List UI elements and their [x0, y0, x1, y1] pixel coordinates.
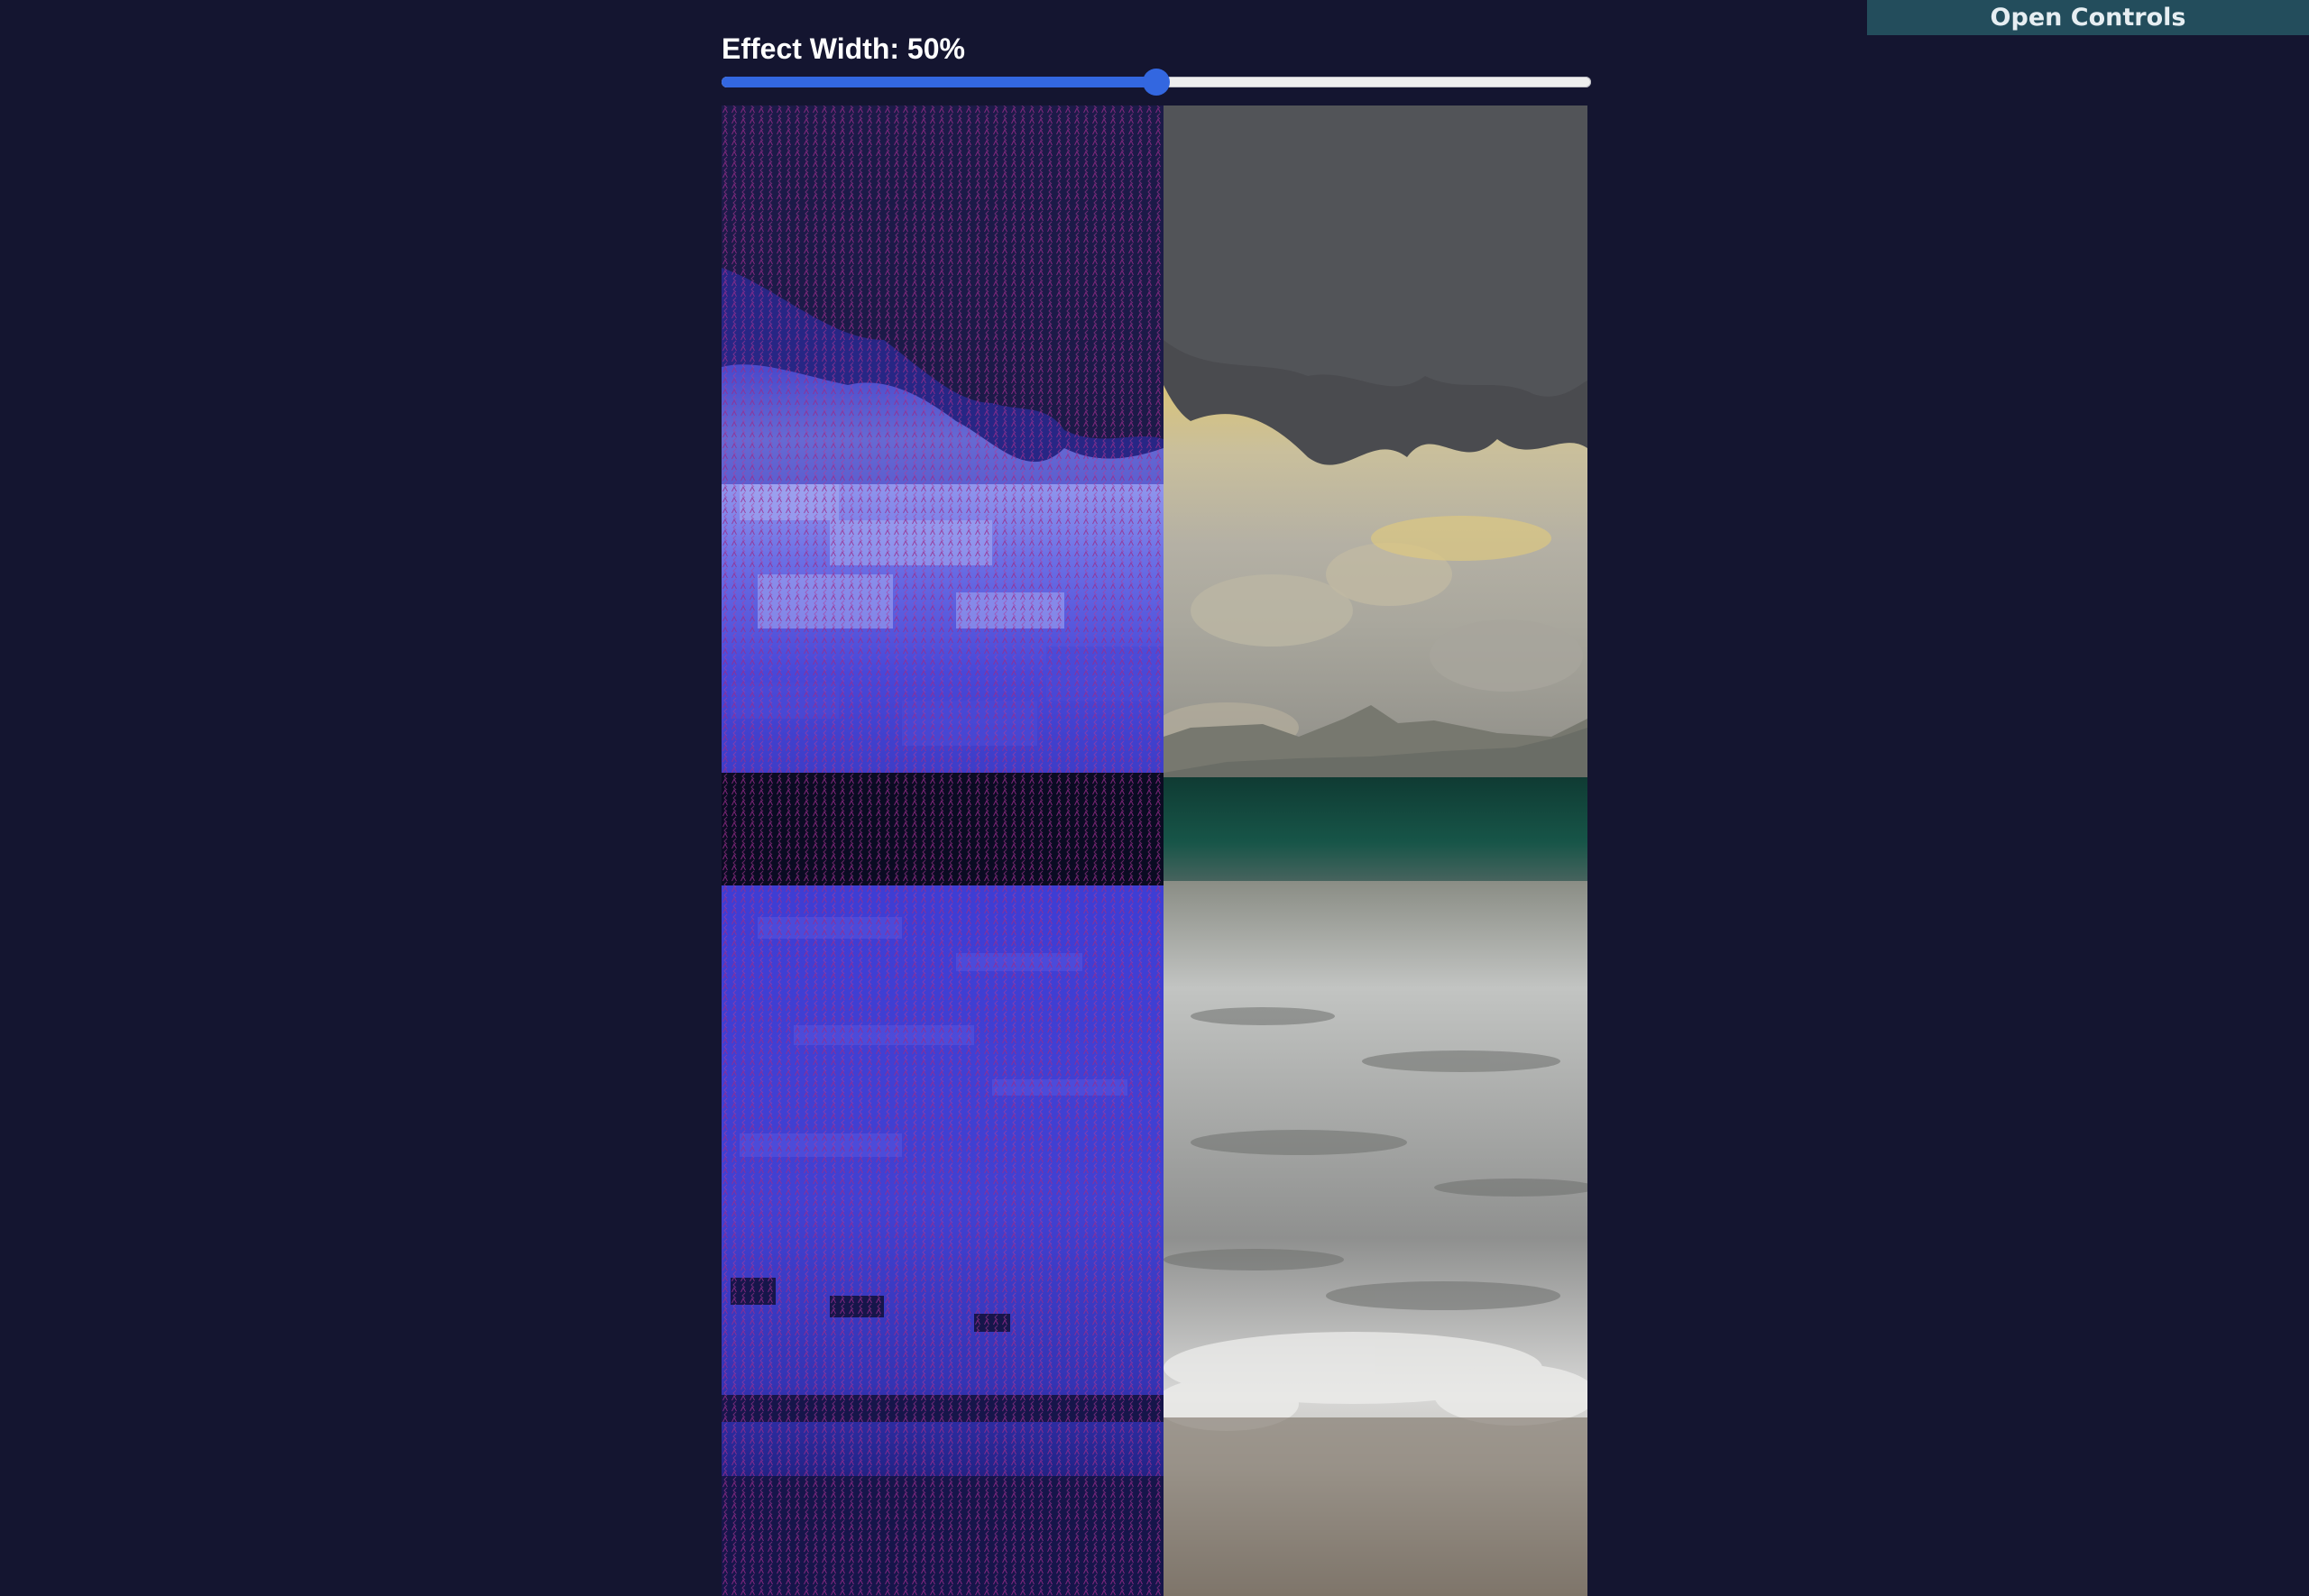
slider-fill: [722, 77, 1156, 87]
ascii-effect-half: [722, 105, 1164, 1596]
original-video-half: [1154, 105, 1587, 1596]
video-frame: [722, 105, 1587, 1596]
open-controls-button[interactable]: Open Controls: [1867, 0, 2309, 35]
video-comparison-viewer: [722, 105, 1587, 1596]
slider-thumb[interactable]: [1143, 69, 1170, 96]
effect-width-label: Effect Width: 50%: [722, 32, 965, 65]
effect-width-slider[interactable]: [722, 69, 1591, 96]
